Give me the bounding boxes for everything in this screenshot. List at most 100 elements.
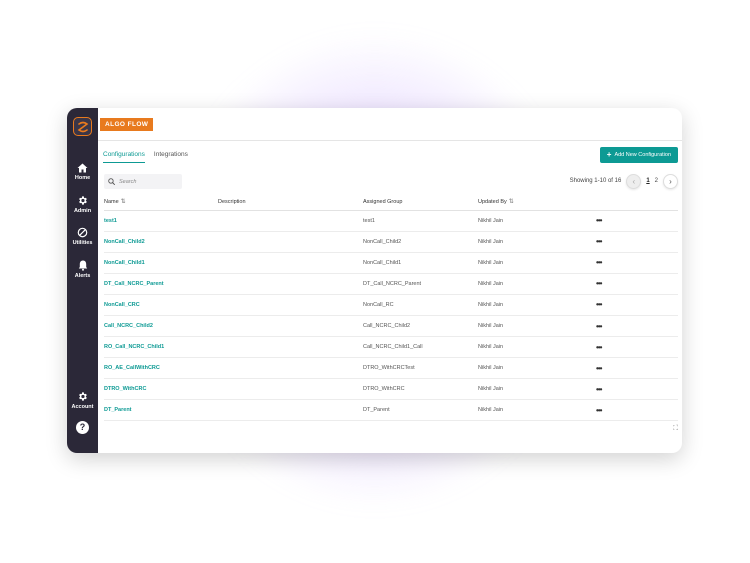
app-logo-icon[interactable]	[73, 117, 92, 136]
table-row[interactable]: DT_Call_NCRC_Parent DT_Call_NCRC_Parent Ni…	[104, 273, 678, 295]
row-updated-by: Nikhil Jain	[478, 336, 596, 359]
table-row[interactable]: RO_Call_NCRC_Child1 Call_NCRC_Child1_Call…	[104, 336, 678, 359]
row-updated-by: Nikhil Jain	[478, 210, 596, 232]
page-2[interactable]: 2	[655, 178, 658, 184]
row-description	[218, 357, 363, 380]
row-description	[218, 273, 363, 295]
row-name-link[interactable]: DT_Parent	[104, 399, 218, 422]
row-assigned-group: Call_NCRC_Child1_Call	[363, 336, 478, 359]
sidebar-item-label: Utilities	[72, 240, 93, 246]
row-updated-by: Nikhil Jain	[478, 378, 596, 401]
row-name-link[interactable]: RO_AE_CallWithCRC	[104, 357, 218, 380]
sidebar-item-label: Alerts	[74, 273, 91, 279]
sidebar-item-label: Admin	[73, 208, 92, 214]
column-header-updated-by[interactable]: Updated By ⇅	[478, 194, 596, 211]
more-actions-icon[interactable]: •••	[596, 406, 602, 415]
table-row[interactable]: NonCall_CRC NonCall_RC Nikhil Jain •••	[104, 294, 678, 316]
column-header-name[interactable]: Name ⇅	[104, 194, 218, 211]
sidebar-item-admin[interactable]: Admin	[67, 195, 98, 214]
table-row[interactable]: RO_AE_CallWithCRC DTRO_WithCRCTest Nikhil …	[104, 357, 678, 380]
sidebar-item-home[interactable]: Home	[67, 163, 98, 181]
column-header-actions	[596, 194, 678, 211]
sidebar-item-account[interactable]: Account	[67, 391, 98, 410]
more-actions-icon[interactable]: •••	[596, 279, 602, 288]
sidebar-item-label: Account	[71, 404, 94, 410]
bell-icon	[78, 260, 87, 271]
row-assigned-group: DT_Parent	[363, 399, 478, 422]
row-assigned-group: NonCall_Child1	[363, 252, 478, 274]
row-name-link[interactable]: RO_Call_NCRC_Child1	[104, 336, 218, 359]
sidebar-item-alerts[interactable]: Alerts	[67, 260, 98, 279]
top-bar: ALGO FLOW	[98, 108, 682, 141]
more-actions-icon[interactable]: •••	[596, 237, 602, 246]
row-updated-by: Nikhil Jain	[478, 315, 596, 338]
page-1[interactable]: 1	[646, 178, 649, 184]
more-actions-icon[interactable]: •••	[596, 322, 602, 331]
app-window: Home Admin Utilities Alerts Account ? AL…	[67, 108, 682, 453]
table-row[interactable]: test1 test1 Nikhil Jain •••	[104, 210, 678, 232]
table-row[interactable]: DTRO_WithCRC DTRO_WithCRC Nikhil Jain •••	[104, 378, 678, 401]
more-actions-icon[interactable]: •••	[596, 300, 602, 309]
sidebar-item-label: Home	[74, 175, 91, 181]
sidebar: Home Admin Utilities Alerts Account ?	[67, 108, 98, 453]
row-description	[218, 252, 363, 274]
row-updated-by: Nikhil Jain	[478, 273, 596, 295]
row-assigned-group: test1	[363, 210, 478, 232]
table-row[interactable]: NonCall_Child2 NonCall_Child2 Nikhil Jain •…	[104, 231, 678, 253]
row-name-link[interactable]: NonCall_Child1	[104, 252, 218, 274]
search-input[interactable]	[119, 178, 179, 185]
row-assigned-group: NonCall_Child2	[363, 231, 478, 253]
sidebar-item-utilities[interactable]: Utilities	[67, 227, 98, 246]
tab-integrations[interactable]: Integrations	[154, 151, 188, 163]
row-name-link[interactable]: NonCall_Child2	[104, 231, 218, 253]
row-description	[218, 294, 363, 316]
row-description	[218, 231, 363, 253]
table-row[interactable]: Call_NCRC_Child2 Call_NCRC_Child2 Nikhil J…	[104, 315, 678, 338]
sort-icon[interactable]: ⇅	[509, 199, 514, 205]
row-name-link[interactable]: DT_Call_NCRC_Parent	[104, 273, 218, 295]
search-icon	[108, 178, 115, 185]
row-description	[218, 336, 363, 359]
row-name-link[interactable]: test1	[104, 210, 218, 232]
row-description	[218, 378, 363, 401]
more-actions-icon[interactable]: •••	[596, 258, 602, 267]
utilities-icon	[77, 227, 88, 238]
search-box	[104, 174, 182, 189]
more-actions-icon[interactable]: •••	[596, 385, 602, 394]
table-row[interactable]: NonCall_Child1 NonCall_Child1 Nikhil Jain •…	[104, 252, 678, 274]
row-description	[218, 210, 363, 232]
more-actions-icon[interactable]: •••	[596, 216, 602, 225]
sort-icon[interactable]: ⇅	[121, 199, 126, 205]
configurations-table: Name ⇅ Description Assigned Group Updated…	[104, 194, 678, 422]
row-updated-by: Nikhil Jain	[478, 357, 596, 380]
help-icon[interactable]: ?	[76, 421, 89, 434]
row-description	[218, 315, 363, 338]
brand-logo[interactable]: ALGO FLOW	[100, 118, 154, 131]
row-assigned-group: DTRO_WithCRC	[363, 378, 478, 401]
row-updated-by: Nikhil Jain	[478, 252, 596, 274]
more-actions-icon[interactable]: •••	[596, 364, 602, 373]
next-page-button[interactable]: ›	[663, 173, 678, 189]
add-new-configuration-button[interactable]: + Add New Configuration	[599, 147, 678, 163]
row-updated-by: Nikhil Jain	[478, 294, 596, 316]
row-updated-by: Nikhil Jain	[478, 399, 596, 422]
add-button-label: Add New Configuration	[614, 152, 671, 158]
main-content: ALGO FLOW Configurations Integrations + …	[98, 108, 682, 453]
row-name-link[interactable]: Call_NCRC_Child2	[104, 315, 218, 338]
row-name-link[interactable]: DTRO_WithCRC	[104, 378, 218, 401]
gear-icon	[79, 392, 87, 401]
prev-page-button[interactable]: ‹	[626, 173, 642, 189]
tab-configurations[interactable]: Configurations	[103, 151, 145, 163]
column-header-description: Description	[218, 194, 363, 211]
row-assigned-group: Call_NCRC_Child2	[363, 315, 478, 338]
row-updated-by: Nikhil Jain	[478, 231, 596, 253]
more-actions-icon[interactable]: •••	[596, 343, 602, 352]
column-header-assigned-group: Assigned Group	[363, 194, 478, 211]
row-assigned-group: DT_Call_NCRC_Parent	[363, 273, 478, 295]
showing-count: Showing 1-10 of 16	[569, 178, 622, 184]
pagination: Showing 1-10 of 16 ‹ 1 2 ›	[570, 173, 678, 189]
row-assigned-group: NonCall_RC	[363, 294, 478, 316]
table-row[interactable]: DT_Parent DT_Parent Nikhil Jain •••	[104, 399, 678, 422]
row-name-link[interactable]: NonCall_CRC	[104, 294, 218, 316]
fullscreen-icon[interactable]: ⛶	[673, 425, 678, 433]
